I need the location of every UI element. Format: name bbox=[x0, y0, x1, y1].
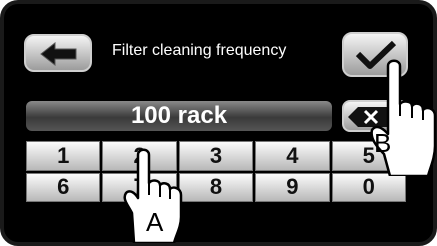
screen-title: Filter cleaning frequency bbox=[112, 42, 287, 59]
back-button[interactable] bbox=[24, 34, 92, 72]
value-display: 100 rack bbox=[26, 101, 332, 131]
arrow-left-icon bbox=[40, 42, 77, 66]
callout-b-label: B bbox=[374, 128, 391, 158]
key-0[interactable]: 0 bbox=[331, 172, 406, 202]
key-6[interactable]: 6 bbox=[26, 172, 101, 202]
pointing-hand-icon bbox=[370, 59, 437, 176]
callout-a-label: A bbox=[146, 207, 164, 237]
key-9[interactable]: 9 bbox=[255, 172, 330, 202]
key-1[interactable]: 1 bbox=[26, 141, 101, 171]
numeric-keypad: 1 2 3 4 5 6 7 8 9 0 bbox=[26, 141, 406, 202]
key-8[interactable]: 8 bbox=[178, 172, 254, 202]
key-4[interactable]: 4 bbox=[255, 141, 330, 171]
callout-b: B bbox=[370, 59, 437, 176]
callout-a: A bbox=[123, 148, 183, 243]
key-3[interactable]: 3 bbox=[178, 141, 254, 171]
